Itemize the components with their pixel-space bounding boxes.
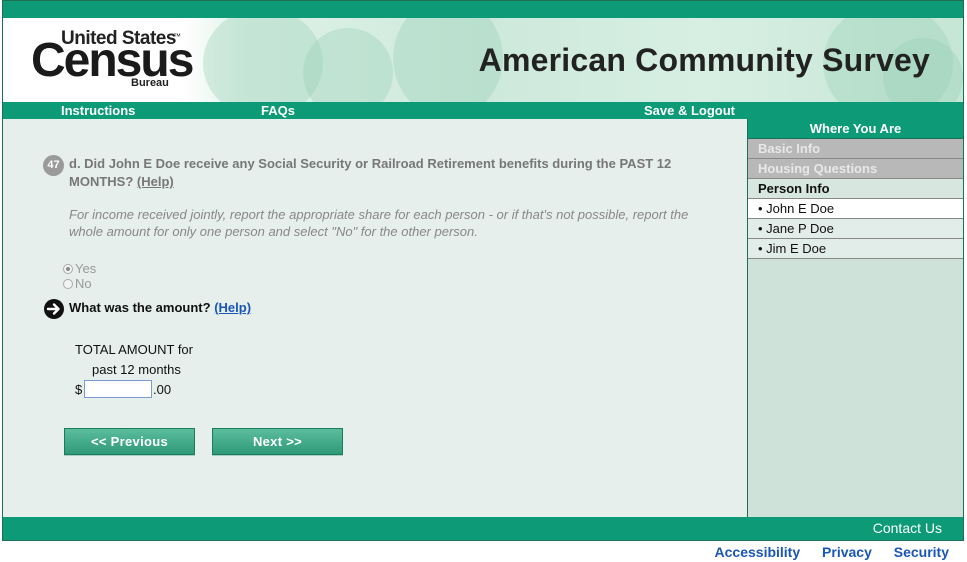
sidebar-item-basic-info: Basic Info (748, 139, 963, 159)
logo-bureau: Bureau (131, 77, 169, 89)
banner-photo-shape (303, 28, 393, 102)
security-link[interactable]: Security (894, 544, 949, 560)
sidebar-item-person-info: Person Info (748, 179, 963, 199)
sidebar-title: Where You Are (748, 119, 963, 139)
amount-help-link[interactable]: (Help) (214, 300, 251, 315)
option-no-label: No (75, 276, 92, 291)
option-yes[interactable]: Yes (63, 261, 96, 276)
radio-yes[interactable] (63, 263, 73, 274)
page-frame: United States ™ Census Bureau American C… (2, 0, 964, 541)
option-yes-label: Yes (75, 261, 97, 276)
sidebar-item-housing-questions: Housing Questions (748, 159, 963, 179)
amount-label-line2: past 12 months (92, 362, 181, 377)
next-button[interactable]: Next >> (212, 428, 343, 455)
cents-suffix: .00 (153, 382, 172, 397)
bottom-links: Accessibility Privacy Security (697, 544, 949, 560)
question-panel: 47 d. Did John E Doe receive any Social … (3, 119, 747, 517)
nav-save-logout-link[interactable]: Save & Logout (644, 102, 735, 119)
question-help-link[interactable]: (Help) (137, 174, 174, 189)
question-text: d. Did John E Doe receive any Social Sec… (69, 155, 689, 191)
sidebar-person-jim[interactable]: • Jim E Doe (748, 239, 963, 259)
radio-no[interactable] (63, 278, 73, 289)
previous-button[interactable]: << Previous (64, 428, 195, 455)
footer-bar: Contact Us (3, 517, 963, 540)
nav-instructions-link[interactable]: Instructions (61, 102, 135, 119)
sidebar-person-jane[interactable]: • Jane P Doe (748, 219, 963, 239)
amount-question-text: What was the amount? (69, 300, 211, 315)
amount-input[interactable] (84, 380, 152, 398)
header-banner: United States ™ Census Bureau American C… (3, 18, 963, 102)
amount-question: What was the amount? (Help) (69, 299, 251, 317)
nav-faqs-link[interactable]: FAQs (261, 102, 295, 119)
where-you-are-sidebar: Where You Are Basic Info Housing Questio… (747, 119, 963, 517)
question-instruction-note: For income received jointly, report the … (69, 207, 689, 239)
survey-title: American Community Survey (478, 42, 930, 78)
option-no[interactable]: No (63, 276, 92, 291)
top-bar (3, 1, 963, 18)
accessibility-link[interactable]: Accessibility (715, 544, 801, 560)
privacy-link[interactable]: Privacy (822, 544, 872, 560)
nav-bar: Instructions FAQs Save & Logout (3, 102, 963, 119)
arrow-right-icon (44, 299, 64, 319)
currency-symbol: $ (75, 382, 83, 397)
contact-us-link[interactable]: Contact Us (873, 517, 942, 540)
amount-label-line1: TOTAL AMOUNT for (75, 342, 193, 357)
sidebar-person-john[interactable]: • John E Doe (748, 199, 963, 219)
question-number-badge: 47 (43, 155, 64, 176)
